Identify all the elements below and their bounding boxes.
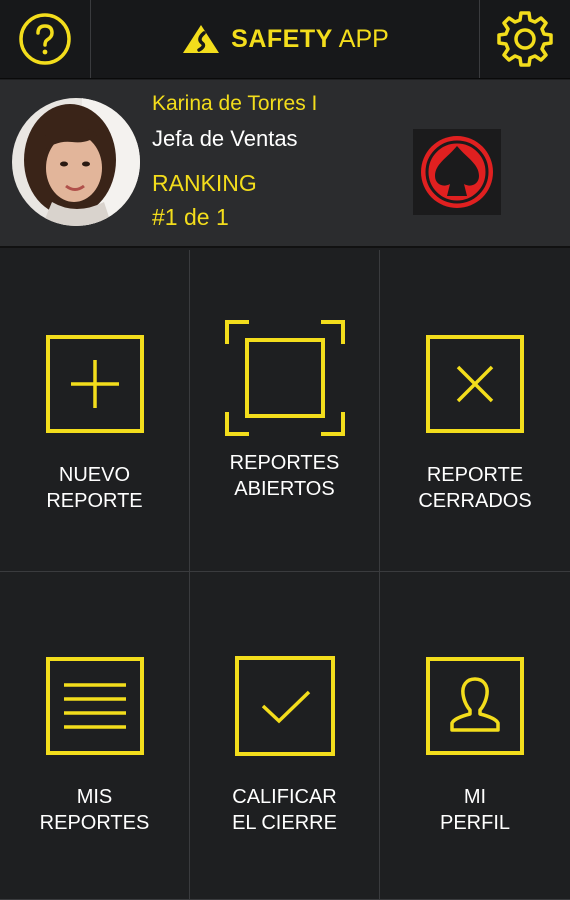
check-square-icon [234,656,335,756]
user-square-icon [426,657,524,755]
profile-card: Karina de Torres I Jefa de Ventas RANKIN… [0,80,570,248]
tile-label: MI PERFIL [439,786,511,834]
top-bar: SAFETY APP [0,0,570,79]
brand-name: SAFETY [231,24,333,53]
tile-nuevo-reporte[interactable]: NUEVO REPORTE [0,250,190,572]
list-square-icon [45,657,144,755]
gear-icon [497,11,553,67]
open-square-icon [224,320,345,436]
settings-button[interactable] [479,0,570,78]
profile-photo [12,98,140,226]
ranking-value: #1 de 1 [152,204,229,230]
menu-grid: NUEVOREPORTE REPORTESABIERTOS REPORTE [0,250,570,900]
ranking-label: RANKING [152,170,257,196]
x-square-icon [426,335,524,433]
tile-label: MIS REPORTES [39,786,150,834]
tile-calificar-cierre[interactable]: CALIFICAR EL CIERRE [190,572,380,900]
plus-square-icon [45,335,144,433]
tile-label: NUEVO REPORTE [46,464,143,512]
brand-suffix: APP [338,24,389,53]
ranking-badge [413,129,501,215]
spade-badge-icon [421,136,493,208]
tile-mis-reportes[interactable]: MIS REPORTES [0,572,190,900]
tile-label: CALIFICAR EL CIERRE [232,786,337,834]
tile-label: REPORTE CERRADOS [418,464,532,512]
profile-role: Jefa de Ventas [152,126,298,151]
app-brand: SAFETY APP [90,0,480,78]
tile-label: REPORTES ABIERTOS [229,452,340,500]
tile-mi-perfil[interactable]: MI PERFIL [380,572,570,900]
avatar[interactable] [12,98,140,226]
question-circle-icon [19,13,71,65]
profile-name: Karina de Torres I [152,92,318,115]
tile-reportes-abiertos[interactable]: REPORTES ABIERTOS [190,250,380,572]
warning-logo-icon [183,25,220,53]
help-button[interactable] [0,0,91,78]
tile-reporte-cerrados[interactable]: REPORTE CERRADOS [380,250,570,572]
